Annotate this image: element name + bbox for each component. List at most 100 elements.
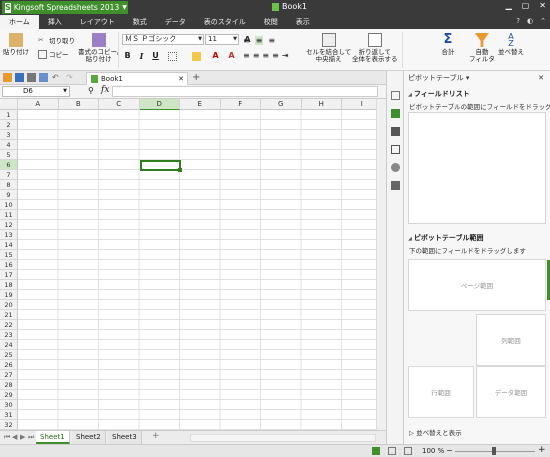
vertical-scrollbar[interactable] <box>376 99 386 430</box>
style-icon[interactable] <box>391 127 400 136</box>
cut-button[interactable]: ✂ 切り取り <box>38 35 75 46</box>
horizontal-scrollbar[interactable] <box>190 434 376 442</box>
italic-icon[interactable]: I <box>136 51 147 61</box>
row-header-11[interactable]: 11 <box>0 210 18 220</box>
row-header-23[interactable]: 23 <box>0 330 18 340</box>
align-center-icon[interactable]: ≡ <box>253 51 260 60</box>
row-header-4[interactable]: 4 <box>0 140 18 150</box>
normal-view-icon[interactable] <box>372 447 380 455</box>
minimize-icon[interactable]: ▁ <box>506 1 512 10</box>
row-header-22[interactable]: 22 <box>0 320 18 330</box>
page-break-icon[interactable] <box>404 447 412 455</box>
sheet-tab-sheet1[interactable]: Sheet1 <box>36 431 70 444</box>
row-header-32[interactable]: 32 <box>0 420 18 430</box>
selected-cell[interactable] <box>140 160 182 172</box>
zoom-out-icon[interactable]: − <box>446 446 453 455</box>
row-header-21[interactable]: 21 <box>0 310 18 320</box>
redo-icon[interactable]: ↷ <box>66 73 75 82</box>
sort-display-toggle[interactable]: ▷ 並べ替えと表示 <box>409 427 462 437</box>
row-header-6[interactable]: 6 <box>0 160 18 170</box>
border-icon[interactable] <box>168 52 177 61</box>
tab-formulas[interactable]: 数式 <box>124 17 156 27</box>
row-header-28[interactable]: 28 <box>0 380 18 390</box>
row-header-9[interactable]: 9 <box>0 190 18 200</box>
select-icon[interactable] <box>391 145 400 154</box>
formula-input[interactable] <box>112 86 378 97</box>
row-header-20[interactable]: 20 <box>0 300 18 310</box>
row-header-16[interactable]: 16 <box>0 260 18 270</box>
align-top-icon[interactable]: ≡ <box>243 36 250 45</box>
row-header-7[interactable]: 7 <box>0 170 18 180</box>
field-list-box[interactable] <box>408 112 546 224</box>
wrap-text-button[interactable]: 折り返して 全体を表示する <box>352 33 398 63</box>
font-color-icon[interactable]: A <box>210 51 221 61</box>
data-area[interactable]: データ範囲 <box>476 366 546 418</box>
font-size-select[interactable]: 11 ▼ <box>205 34 239 45</box>
row-header-13[interactable]: 13 <box>0 230 18 240</box>
row-header-1[interactable]: 1 <box>0 110 18 120</box>
row-header-12[interactable]: 12 <box>0 220 18 230</box>
autofilter-button[interactable]: 自動 フィルタ <box>469 33 495 63</box>
close-icon[interactable]: ✕ <box>538 71 544 85</box>
row-header-27[interactable]: 27 <box>0 370 18 380</box>
name-box[interactable]: D6 ▼ <box>2 86 70 97</box>
backup-icon[interactable] <box>391 181 400 190</box>
column-header-b[interactable]: B <box>59 99 99 110</box>
font-family-select[interactable]: ＭＳ Ｐゴシック ▼ <box>122 34 204 45</box>
shape-icon[interactable] <box>391 163 400 172</box>
indent-icon[interactable]: ⇥ <box>282 51 289 60</box>
sort-button[interactable]: AZ 並べ替え <box>498 33 524 56</box>
zoom-in-icon[interactable]: + <box>538 445 546 455</box>
row-header-25[interactable]: 25 <box>0 350 18 360</box>
row-area[interactable]: 行範囲 <box>408 366 474 418</box>
function-icon[interactable]: fx <box>101 85 109 95</box>
column-header-e[interactable]: E <box>180 99 221 110</box>
tab-table-style[interactable]: 表のスタイル <box>195 17 255 27</box>
column-header-c[interactable]: C <box>99 99 140 110</box>
justify-icon[interactable]: ≡ <box>272 51 279 60</box>
column-header-a[interactable]: A <box>18 99 59 110</box>
tab-review[interactable]: 校閲 <box>255 17 287 27</box>
tab-view[interactable]: 表示 <box>287 17 319 27</box>
zoom-slider-thumb[interactable] <box>492 447 496 455</box>
tab-book1[interactable]: Book1 ✕ <box>86 72 188 85</box>
ribbon-toggle-icon[interactable]: ⌃ <box>540 17 546 25</box>
preview-icon[interactable] <box>39 73 48 82</box>
row-header-10[interactable]: 10 <box>0 200 18 210</box>
pivot-table-icon[interactable] <box>391 109 400 118</box>
new-tab-icon[interactable]: + <box>192 72 200 83</box>
first-sheet-icon[interactable]: ⏮ <box>4 433 10 442</box>
new-document-icon[interactable] <box>391 91 400 100</box>
select-all-corner[interactable] <box>0 99 18 110</box>
row-header-24[interactable]: 24 <box>0 340 18 350</box>
sum-button[interactable]: Σ 合計 <box>441 33 455 56</box>
copy-button[interactable]: コピー <box>38 49 69 59</box>
row-header-29[interactable]: 29 <box>0 390 18 400</box>
sheet-tab-sheet2[interactable]: Sheet2 <box>72 431 106 444</box>
search-icon[interactable]: ⚲ <box>88 86 94 95</box>
undo-icon[interactable]: ↶ <box>52 73 61 82</box>
tab-insert[interactable]: 挿入 <box>39 17 71 27</box>
open-icon[interactable] <box>3 73 12 82</box>
underline-icon[interactable]: U <box>150 51 161 61</box>
row-header-8[interactable]: 8 <box>0 180 18 190</box>
last-sheet-icon[interactable]: ⏭ <box>28 433 34 442</box>
column-header-i[interactable]: I <box>342 99 376 110</box>
row-header-15[interactable]: 15 <box>0 250 18 260</box>
add-sheet-icon[interactable]: + <box>152 431 160 441</box>
print-icon[interactable] <box>27 73 36 82</box>
column-header-d[interactable]: D <box>139 99 180 110</box>
align-bottom-icon[interactable]: ≡ <box>268 36 275 45</box>
maximize-icon[interactable]: ▢ <box>522 1 530 10</box>
row-header-2[interactable]: 2 <box>0 120 18 130</box>
worksheet-grid[interactable]: ABCDEFGHI 1 2 3 4 5 6 7 8 9 10 11 12 13 14 15 16 17 18 19 2… <box>0 99 376 430</box>
fill-color-icon[interactable] <box>192 52 201 61</box>
page-area[interactable]: ページ範囲 <box>408 259 546 311</box>
tab-home[interactable]: ホーム <box>0 15 39 29</box>
column-header-g[interactable]: G <box>261 99 302 110</box>
cell-grid[interactable] <box>18 110 376 430</box>
fill-handle[interactable] <box>178 168 182 172</box>
panel-header[interactable]: ピボットテーブル ▾ ✕ <box>404 71 550 85</box>
align-middle-icon[interactable]: ≡ <box>254 36 264 45</box>
app-menu-button[interactable]: S Kingsoft Spreadsheets 2013 ▼ <box>2 1 128 14</box>
